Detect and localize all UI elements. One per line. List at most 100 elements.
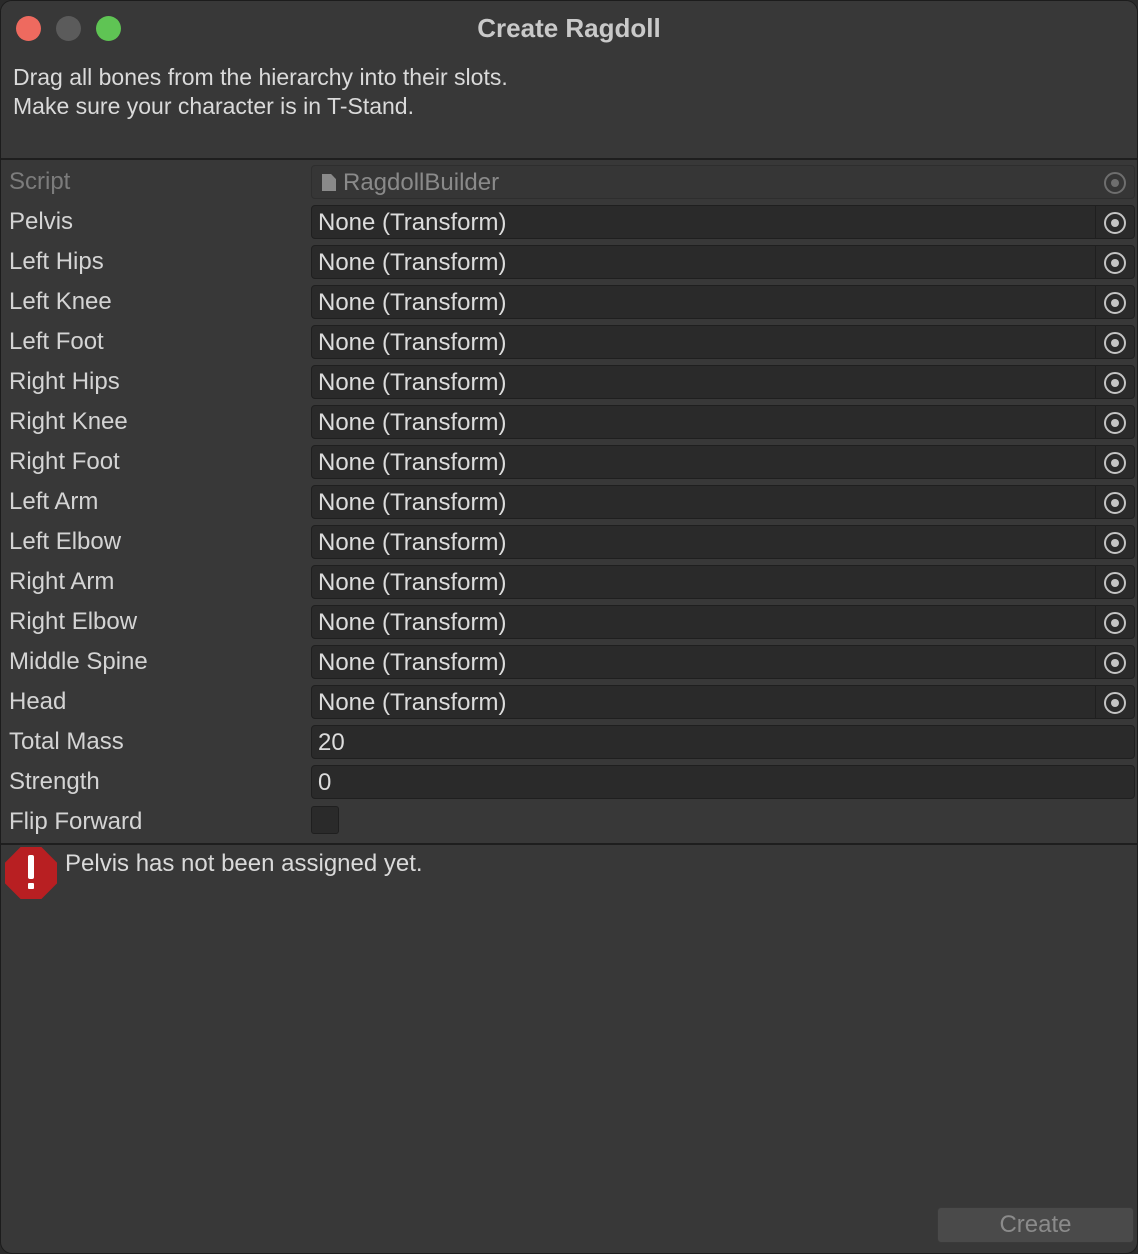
total-mass-label: Total Mass [9, 728, 124, 755]
strength-input[interactable]: 0 [311, 765, 1135, 799]
error-message: Pelvis has not been assigned yet. [65, 850, 423, 877]
bone-row-right-foot: Right Foot None (Transform) [1, 442, 1137, 482]
pelvis-field[interactable]: None (Transform) [311, 205, 1135, 239]
object-picker-icon[interactable] [1104, 212, 1126, 234]
bone-row-left-arm: Left Arm None (Transform) [1, 482, 1137, 522]
strength-label: Strength [9, 768, 100, 795]
transform-value: None (Transform) [318, 529, 507, 556]
bone-row-right-arm: Right Arm None (Transform) [1, 562, 1137, 602]
bone-row-pelvis: Pelvis None (Transform) [1, 202, 1137, 242]
object-picker-icon[interactable] [1104, 692, 1126, 714]
transform-value: None (Transform) [318, 649, 507, 676]
object-picker-icon[interactable] [1104, 372, 1126, 394]
instructions-line-2: Make sure your character is in T-Stand. [13, 93, 414, 119]
picker-separator [1095, 486, 1096, 518]
bone-label: Right Foot [9, 448, 120, 475]
total-mass-row: Total Mass 20 [1, 722, 1137, 762]
total-mass-value: 20 [318, 729, 345, 756]
object-picker-icon[interactable] [1104, 252, 1126, 274]
instructions: Drag all bones from the hierarchy into t… [13, 63, 508, 121]
picker-separator [1095, 286, 1096, 318]
picker-separator [1095, 686, 1096, 718]
document-icon [322, 174, 336, 191]
picker-separator [1095, 606, 1096, 638]
bone-label: Right Arm [9, 568, 115, 595]
instructions-line-1: Drag all bones from the hierarchy into t… [13, 64, 508, 90]
transform-value: None (Transform) [318, 409, 507, 436]
picker-separator [1095, 406, 1096, 438]
object-picker-icon[interactable] [1104, 612, 1126, 634]
bone-label: Left Hips [9, 248, 104, 275]
transform-value: None (Transform) [318, 249, 507, 276]
right-knee-field[interactable]: None (Transform) [311, 405, 1135, 439]
picker-separator [1095, 206, 1096, 238]
script-value: RagdollBuilder [343, 169, 500, 196]
left-foot-field[interactable]: None (Transform) [311, 325, 1135, 359]
object-picker-icon[interactable] [1104, 332, 1126, 354]
bone-label: Head [9, 688, 67, 715]
object-picker-icon[interactable] [1104, 652, 1126, 674]
total-mass-input[interactable]: 20 [311, 725, 1135, 759]
middle-spine-field[interactable]: None (Transform) [311, 645, 1135, 679]
transform-value: None (Transform) [318, 369, 507, 396]
bone-label: Left Knee [9, 288, 112, 315]
transform-value: None (Transform) [318, 569, 507, 596]
bone-row-right-knee: Right Knee None (Transform) [1, 402, 1137, 442]
transform-value: None (Transform) [318, 609, 507, 636]
picker-separator [1095, 646, 1096, 678]
window-title: Create Ragdoll [477, 13, 661, 43]
right-hips-field[interactable]: None (Transform) [311, 365, 1135, 399]
right-arm-field[interactable]: None (Transform) [311, 565, 1135, 599]
left-arm-field[interactable]: None (Transform) [311, 485, 1135, 519]
bone-row-left-hips: Left Hips None (Transform) [1, 242, 1137, 282]
transform-value: None (Transform) [318, 209, 507, 236]
strength-value: 0 [318, 769, 332, 796]
picker-separator [1095, 366, 1096, 398]
left-elbow-field[interactable]: None (Transform) [311, 525, 1135, 559]
bone-row-right-hips: Right Hips None (Transform) [1, 362, 1137, 402]
right-elbow-field[interactable]: None (Transform) [311, 605, 1135, 639]
bone-label: Left Foot [9, 328, 104, 355]
bone-label: Pelvis [9, 208, 74, 235]
object-picker-icon[interactable] [1104, 492, 1126, 514]
object-picker-icon[interactable] [1104, 532, 1126, 554]
left-knee-field[interactable]: None (Transform) [311, 285, 1135, 319]
picker-separator [1095, 526, 1096, 558]
script-row: Script RagdollBuilder [1, 162, 1137, 202]
title-bar: Create Ragdoll [1, 1, 1137, 57]
flip-forward-checkbox[interactable] [311, 806, 339, 834]
divider [1, 843, 1137, 845]
object-picker-icon[interactable] [1104, 452, 1126, 474]
flip-forward-row: Flip Forward [1, 802, 1137, 842]
picker-separator [1095, 446, 1096, 478]
error-icon [5, 847, 57, 899]
script-label: Script [9, 168, 71, 195]
object-picker-icon [1104, 172, 1126, 194]
transform-value: None (Transform) [318, 689, 507, 716]
bone-row-left-foot: Left Foot None (Transform) [1, 322, 1137, 362]
create-ragdoll-window: Create Ragdoll Drag all bones from the h… [0, 0, 1138, 1254]
picker-separator [1095, 326, 1096, 358]
bone-label: Left Elbow [9, 528, 122, 555]
left-hips-field[interactable]: None (Transform) [311, 245, 1135, 279]
bone-label: Right Elbow [9, 608, 138, 635]
script-field: RagdollBuilder [311, 165, 1135, 199]
object-picker-icon[interactable] [1104, 292, 1126, 314]
right-foot-field[interactable]: None (Transform) [311, 445, 1135, 479]
divider [1, 158, 1137, 160]
transform-value: None (Transform) [318, 449, 507, 476]
field-list: Script RagdollBuilder Pelvis None (Transf… [1, 162, 1137, 842]
object-picker-icon[interactable] [1104, 572, 1126, 594]
bone-label: Left Arm [9, 488, 99, 515]
object-picker-icon[interactable] [1104, 412, 1126, 434]
picker-separator [1095, 246, 1096, 278]
create-button[interactable]: Create [937, 1207, 1134, 1243]
bone-row-head: Head None (Transform) [1, 682, 1137, 722]
bone-row-left-elbow: Left Elbow None (Transform) [1, 522, 1137, 562]
flip-forward-label: Flip Forward [9, 808, 143, 835]
picker-separator [1095, 566, 1096, 598]
bone-label: Middle Spine [9, 648, 148, 675]
head-field[interactable]: None (Transform) [311, 685, 1135, 719]
transform-value: None (Transform) [318, 489, 507, 516]
bone-row-left-knee: Left Knee None (Transform) [1, 282, 1137, 322]
